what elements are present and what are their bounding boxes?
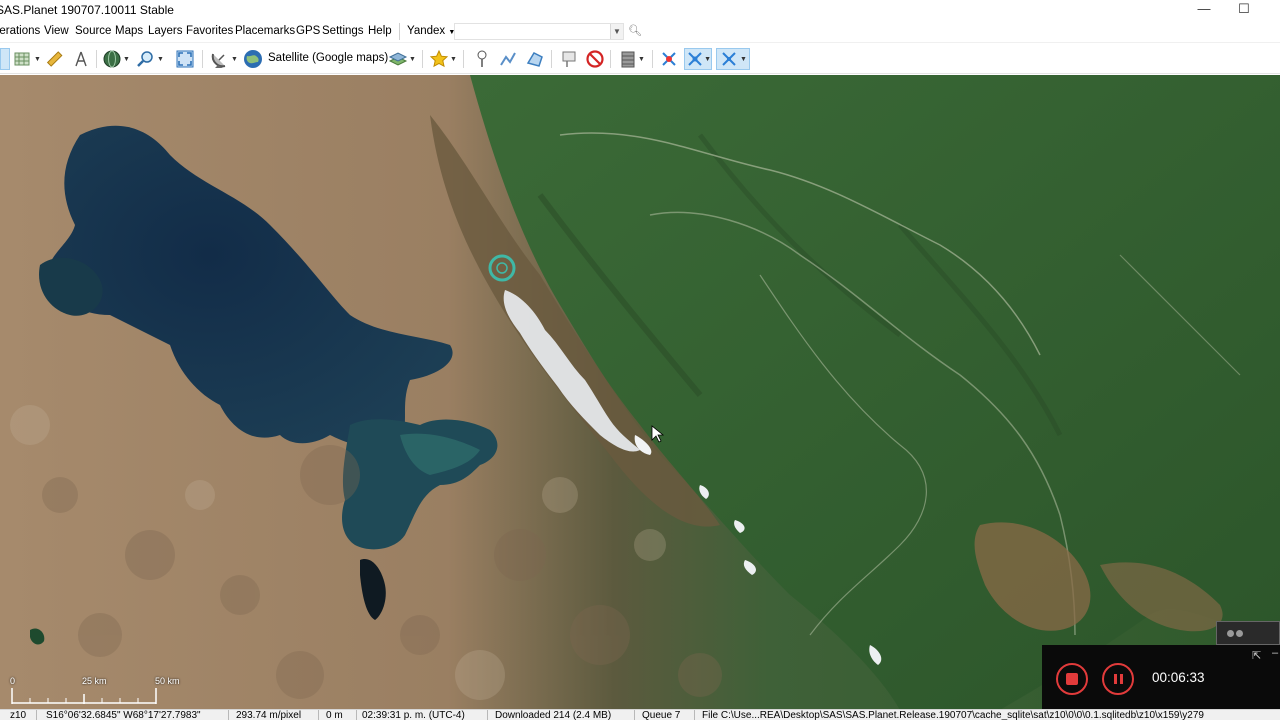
- database-icon: [621, 51, 635, 68]
- status-file-path: File C:\Use...REA\Desktop\SAS\SAS.Planet…: [702, 710, 1204, 720]
- satellite-dish-icon: [211, 53, 226, 68]
- menu-view[interactable]: View: [44, 25, 69, 37]
- menu-separator: [399, 23, 400, 40]
- minimize-recorder-icon[interactable]: –: [1272, 647, 1278, 659]
- status-time: 02:39:31 p. m. (UTC-4): [362, 710, 465, 720]
- fullscreen-icon: [176, 50, 194, 68]
- gps-track-icon: [688, 52, 702, 66]
- layers-icon: [388, 52, 408, 66]
- stop-recording-button[interactable]: [1056, 663, 1088, 695]
- status-downloaded: Downloaded 214 (2.4 MB): [495, 710, 612, 720]
- calc-line-button[interactable]: [70, 48, 92, 70]
- globe-icon: [103, 50, 121, 68]
- gps-connect-button[interactable]: [657, 48, 681, 70]
- compass-icon: [75, 51, 87, 67]
- search-engine-label: Yandex: [407, 25, 446, 37]
- status-resolution: 293.74 m/pixel: [236, 710, 302, 720]
- menu-maps[interactable]: Maps: [115, 25, 143, 37]
- maximize-button[interactable]: ☐: [1224, 0, 1264, 20]
- map-type-value: Satellite (Google maps): [268, 52, 389, 64]
- status-zoom: z10: [10, 710, 27, 720]
- zoom-icon: [137, 51, 153, 67]
- main-toolbar: ▼ ▼ ▼ ▼ Satellite (Google maps) ▼ ▼ ▼ ▼ …: [0, 44, 1280, 74]
- map-type-label[interactable]: Satellite (Google maps) ▼: [268, 52, 399, 64]
- gps-track-button[interactable]: ▼: [684, 48, 712, 70]
- star-icon: [429, 49, 449, 68]
- status-coordinates: S16°06'32.6845" W68°17'27.7983": [46, 710, 201, 720]
- satellite-globe-icon: [244, 50, 262, 68]
- search-engine-selector[interactable]: Yandex ▼: [407, 25, 455, 37]
- add-path-button[interactable]: [497, 48, 519, 70]
- pushpin-icon: [477, 50, 487, 67]
- minimize-button[interactable]: —: [1184, 0, 1224, 20]
- menu-gps[interactable]: GPS: [296, 25, 320, 37]
- selection-grid-icon: [14, 52, 30, 66]
- gps-center-button[interactable]: ▼: [716, 48, 750, 70]
- minimize-icon: —: [1197, 1, 1211, 16]
- widget-dot-icon: [1227, 630, 1234, 637]
- popout-icon[interactable]: ⇱: [1252, 649, 1261, 662]
- polygon-icon: [526, 52, 543, 67]
- widget-dot-icon: [1236, 630, 1243, 637]
- gps-center-icon: [722, 52, 736, 66]
- ruler-tool-button[interactable]: [44, 48, 64, 70]
- title-bar: SAS.Planet 190707.10011 Stable — ☐: [0, 0, 1280, 20]
- satellite-map-image: [0, 75, 1280, 710]
- menu-settings[interactable]: Settings: [322, 25, 364, 37]
- scale-label-50: 50 km: [155, 676, 180, 686]
- forbidden-icon: [586, 50, 604, 68]
- placemarks-visibility-button[interactable]: [558, 48, 580, 70]
- cache-button[interactable]: ▼: [616, 48, 648, 70]
- gps-satellite-icon: [662, 52, 676, 66]
- status-queue: Queue 7: [642, 710, 681, 720]
- search-icon[interactable]: 🔍︎: [628, 24, 642, 37]
- path-icon: [500, 52, 516, 66]
- recording-timer: 00:06:33: [1152, 670, 1205, 685]
- source-select-button[interactable]: ▼: [208, 48, 240, 70]
- selection-tool-button[interactable]: ▼: [12, 48, 42, 70]
- screen-recorder-panel: ⇱ – 00:06:33: [1042, 645, 1280, 709]
- add-placemark-button[interactable]: [471, 48, 493, 70]
- zoom-tool-button[interactable]: ▼: [134, 48, 166, 70]
- search-history-dropdown[interactable]: ▼: [610, 24, 623, 39]
- favorites-button[interactable]: ▼: [427, 48, 459, 70]
- map-view[interactable]: [0, 75, 1280, 710]
- menu-bar: Operations View Source Maps Layers Favor…: [0, 20, 1280, 43]
- menu-placemarks[interactable]: Placemarks: [235, 25, 295, 37]
- menu-source[interactable]: Source: [75, 25, 111, 37]
- map-scale: 0 25 km 50 km: [8, 676, 180, 706]
- layers-button[interactable]: ▼: [386, 48, 418, 70]
- menu-help[interactable]: Help: [368, 25, 392, 37]
- add-polygon-button[interactable]: [524, 48, 546, 70]
- menu-favorites[interactable]: Favorites: [186, 25, 233, 37]
- pause-recording-button[interactable]: [1102, 663, 1134, 695]
- window-title: SAS.Planet 190707.10011 Stable: [0, 3, 174, 17]
- scale-bar: [11, 688, 157, 704]
- menu-layers[interactable]: Layers: [148, 25, 183, 37]
- search-input[interactable]: ▼: [454, 23, 624, 40]
- status-bar: z10 S16°06'32.6845" W68°17'27.7983" 293.…: [0, 709, 1280, 720]
- status-distance: 0 m: [326, 710, 343, 720]
- move-tool-button[interactable]: [0, 48, 10, 70]
- placemark-flag-icon: [562, 51, 576, 67]
- fullscreen-button[interactable]: [173, 48, 197, 70]
- menu-operations[interactable]: Operations: [0, 25, 40, 37]
- delete-placemarks-button[interactable]: [584, 48, 606, 70]
- maximize-icon: ☐: [1238, 1, 1250, 16]
- recorder-mini-widget[interactable]: [1216, 621, 1280, 645]
- ruler-icon: [46, 51, 63, 67]
- globe-tool-button[interactable]: ▼: [100, 48, 132, 70]
